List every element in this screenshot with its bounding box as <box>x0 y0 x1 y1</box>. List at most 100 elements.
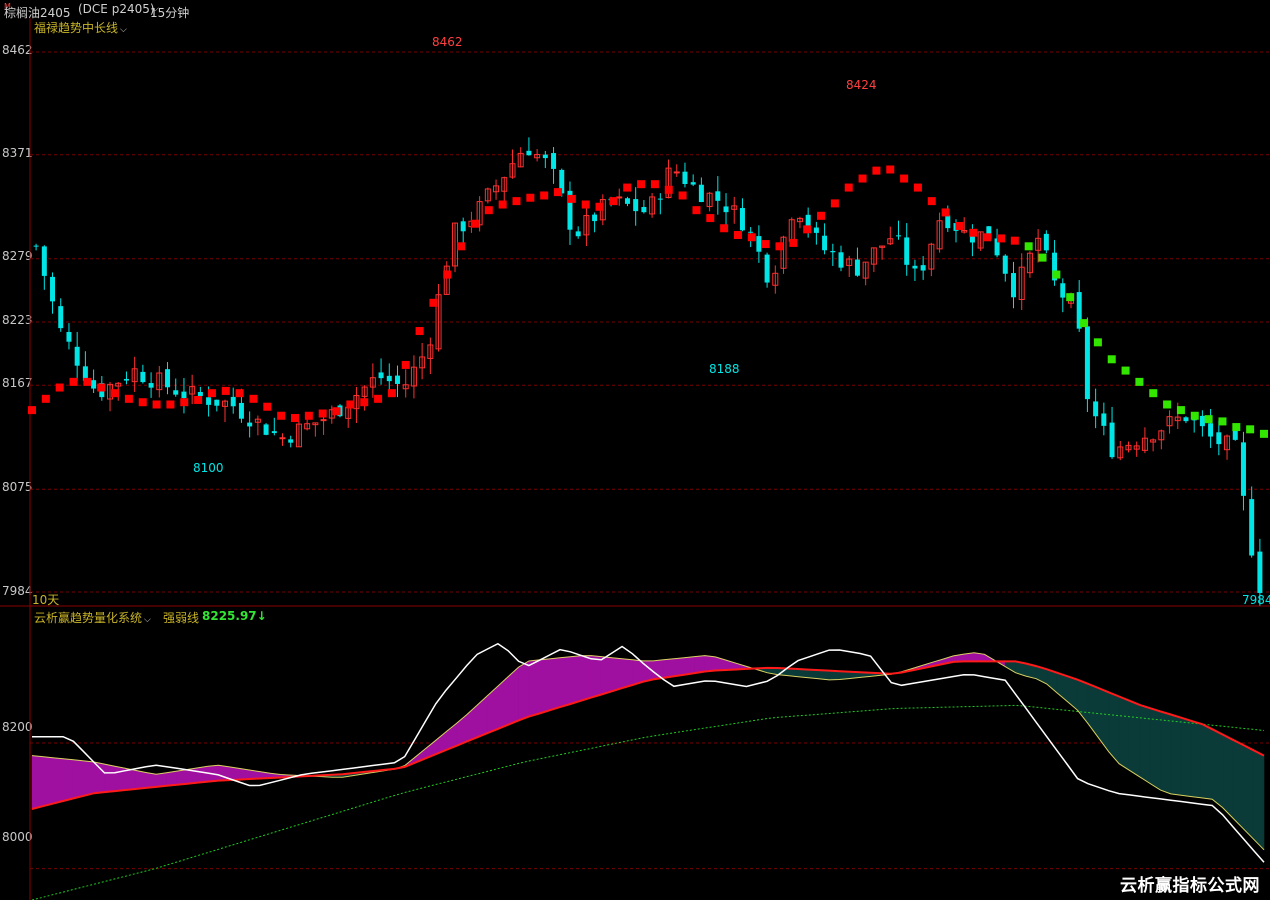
trend-marker <box>858 174 867 183</box>
trend-marker <box>1204 415 1213 424</box>
candle-body <box>551 153 557 169</box>
candle-body <box>1093 401 1099 417</box>
trend-marker <box>374 394 383 403</box>
price-chart[interactable] <box>0 0 1270 900</box>
candle-body <box>830 251 836 253</box>
band-fill <box>570 655 582 705</box>
trend-marker <box>28 406 36 415</box>
candle-body <box>822 235 828 251</box>
band-fill <box>528 659 540 718</box>
candle-body <box>271 431 277 434</box>
trend-marker <box>540 191 549 200</box>
trend-marker <box>291 414 300 423</box>
candle-body <box>247 422 253 427</box>
candle-body <box>912 265 918 269</box>
candle-body <box>33 245 39 247</box>
candle-body <box>764 254 770 283</box>
candle-body <box>58 306 64 329</box>
candle-body <box>1084 326 1090 400</box>
candle-body <box>460 221 466 232</box>
trend-marker <box>1093 338 1102 347</box>
trend-marker <box>1066 293 1075 302</box>
band-fill <box>621 658 633 689</box>
candle-body <box>1101 413 1107 426</box>
candle-body <box>197 391 203 397</box>
trend-marker <box>443 270 452 279</box>
trend-marker <box>97 383 106 392</box>
candle-body <box>641 207 647 213</box>
band-fill <box>611 657 623 692</box>
trend-marker <box>194 395 203 404</box>
band-fill <box>694 655 706 674</box>
candle-body <box>140 371 146 383</box>
candle-body <box>288 439 294 443</box>
trend-marker <box>789 238 798 247</box>
candle-body <box>526 150 532 156</box>
trend-marker <box>41 394 50 403</box>
trend-marker <box>872 166 881 175</box>
trend-marker <box>1218 417 1227 426</box>
band-fill <box>1191 720 1203 799</box>
trend-marker <box>637 180 646 189</box>
band-fill <box>1129 700 1141 778</box>
trend-marker <box>1038 253 1047 262</box>
candle-body <box>173 390 179 395</box>
candle-body <box>715 191 721 201</box>
candle-body <box>1232 430 1238 440</box>
band-fill <box>590 655 602 699</box>
candle-body <box>748 231 754 233</box>
trend-marker <box>263 402 272 411</box>
band-fill <box>42 756 54 807</box>
band-fill <box>176 769 188 786</box>
candle-body <box>1208 423 1214 437</box>
trend-marker <box>83 377 92 386</box>
trend-marker <box>470 219 479 228</box>
trend-marker <box>581 200 590 209</box>
band-fill <box>197 765 209 783</box>
trend-marker <box>498 200 507 209</box>
trend-marker <box>457 242 466 251</box>
trend-marker <box>221 386 230 395</box>
band-fill <box>166 770 178 787</box>
trend-marker <box>844 183 853 192</box>
trend-marker <box>332 407 341 416</box>
candle-body <box>575 231 581 237</box>
candle-body <box>148 383 154 388</box>
candle-body <box>633 199 639 212</box>
band-fill <box>559 656 571 708</box>
band-fill <box>31 755 43 810</box>
trend-marker <box>927 197 936 206</box>
trend-marker <box>1246 425 1255 434</box>
candle-body <box>904 237 910 265</box>
candle-body <box>920 265 926 271</box>
candle-body <box>969 235 975 243</box>
band-fill <box>228 766 240 781</box>
band-fill <box>580 655 592 702</box>
band-fill <box>549 657 561 711</box>
trend-marker <box>346 400 355 409</box>
trend-marker <box>554 188 563 197</box>
candle-body <box>123 378 129 381</box>
band-fill <box>1118 696 1130 771</box>
trend-marker <box>706 214 715 223</box>
trend-marker <box>1176 406 1185 415</box>
band-fill <box>1232 739 1244 830</box>
candle-body <box>1060 283 1066 298</box>
candle-body <box>165 369 171 388</box>
trend-marker <box>180 398 189 407</box>
band-fill <box>145 772 157 789</box>
band-fill <box>1253 749 1265 851</box>
band-fill <box>1170 714 1182 796</box>
trend-marker <box>1107 355 1116 364</box>
trend-marker <box>277 411 286 420</box>
band-fill <box>1242 744 1254 840</box>
candle-body <box>616 196 623 199</box>
candle-body <box>739 208 745 231</box>
candle-body <box>682 171 688 184</box>
trend-marker <box>111 389 120 398</box>
candle-body <box>181 391 187 399</box>
band-fill <box>1180 717 1192 797</box>
band-fill <box>135 770 147 790</box>
candle-body <box>320 419 327 422</box>
band-fill <box>1066 675 1078 711</box>
